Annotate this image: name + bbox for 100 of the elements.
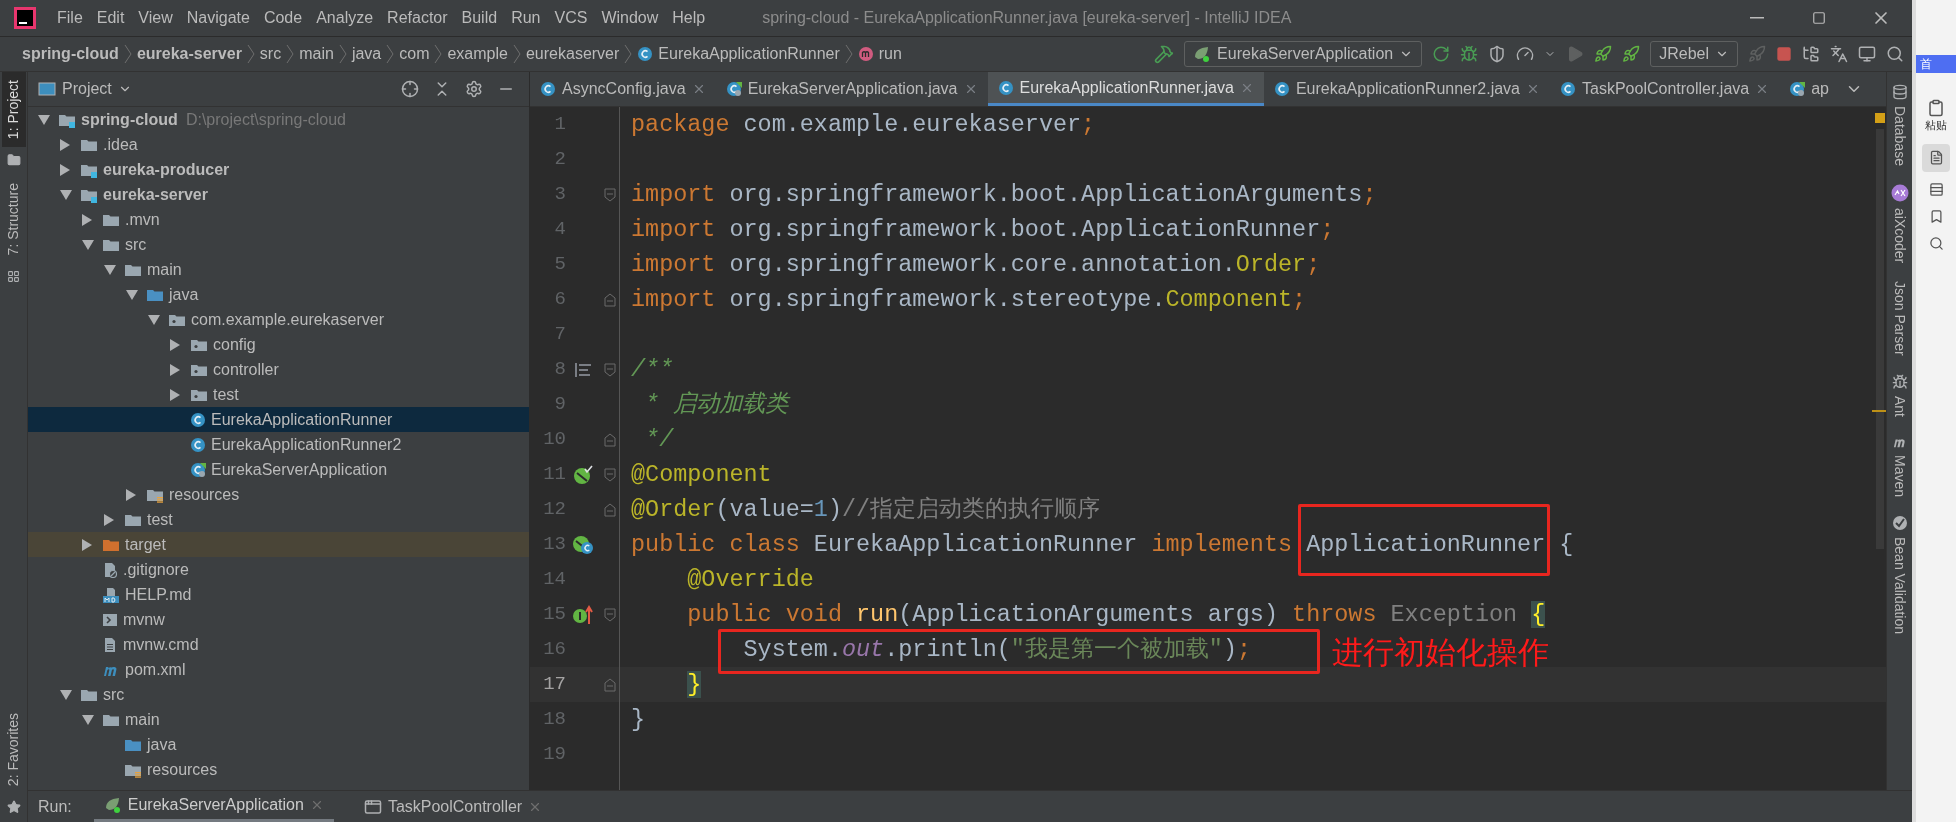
tree-item[interactable]: mvnw.cmd [28,632,529,657]
collapsed-arrow-icon[interactable] [82,213,92,226]
menu-item[interactable]: View [131,6,180,30]
settings-icon[interactable] [465,80,483,98]
editor-tab[interactable]: EurekaApplicationRunner.java [987,72,1264,106]
expanded-arrow-icon[interactable] [60,189,72,200]
tree-item[interactable]: HELP.md [28,582,529,607]
menu-item[interactable]: Build [454,6,505,30]
list-button[interactable] [1922,143,1950,172]
search-icon[interactable] [1928,235,1944,251]
rocket-debug-icon[interactable] [1622,45,1641,63]
menu-item[interactable]: Edit [89,6,132,30]
tool-window-tab[interactable]: Json Parser [1889,281,1910,356]
tool-window-tab[interactable]: 1: Project [1,72,26,148]
coverage-icon[interactable] [1488,45,1507,63]
scrollbar[interactable] [1876,129,1884,549]
editor-tab[interactable]: ap [1779,72,1839,106]
menu-item[interactable]: Code [256,6,310,30]
collapsed-arrow-icon[interactable] [170,338,180,351]
editor-tab[interactable]: TaskPoolController.java [1550,72,1780,106]
tree-item[interactable]: EurekaApplicationRunner2 [28,432,529,457]
expanded-arrow-icon[interactable] [82,714,94,725]
presentation-icon[interactable] [1858,45,1876,63]
tree-item[interactable]: EurekaApplicationRunner [28,407,529,432]
expanded-arrow-icon[interactable] [126,289,138,300]
tree-item[interactable]: test [28,507,529,532]
project-structure-icon[interactable] [1802,45,1820,63]
menu-item[interactable]: Window [594,6,666,30]
paste-icon[interactable] [1927,99,1945,117]
expanded-arrow-icon[interactable] [104,264,116,275]
editor-tab[interactable]: AsyncConfig.java [530,72,716,106]
tab-label[interactable]: 首 [1916,55,1956,73]
outline-icon[interactable] [1928,181,1944,197]
close-tab-icon[interactable] [1526,82,1540,96]
paste-label[interactable]: 粘贴 [1925,117,1947,134]
rendered-doc-icon[interactable] [574,361,592,378]
tree-item[interactable]: eureka-server [28,182,529,207]
menu-item[interactable]: VCS [547,6,595,30]
tree-item[interactable]: test [28,382,529,407]
tree-item[interactable]: main [28,257,529,282]
breadcrumb[interactable]: eureka-server [136,42,242,66]
collapsed-arrow-icon[interactable] [60,138,70,151]
tree-item[interactable]: resources [28,482,529,507]
breadcrumb[interactable]: spring-cloud [22,42,119,66]
debug-icon[interactable] [1460,45,1479,63]
tool-window-tab[interactable]: Maven [1889,454,1910,497]
expanded-arrow-icon[interactable] [82,239,94,250]
tool-window-tab[interactable]: Database [1889,106,1910,166]
collapsed-arrow-icon[interactable] [126,488,136,501]
bookmark-icon[interactable] [1928,208,1944,224]
jrebel-dropdown[interactable]: JRebel [1650,41,1738,67]
tree-item[interactable]: mvnw [28,607,529,632]
run-tab[interactable]: TaskPoolController [353,791,553,822]
locate-icon[interactable] [401,80,419,98]
tree-item[interactable]: config [28,332,529,357]
tree-item[interactable]: pom.xml [28,657,529,682]
implements-method-icon[interactable] [572,604,594,625]
expanded-arrow-icon[interactable] [60,689,72,700]
run-configuration-dropdown[interactable]: EurekaServerApplication [1184,41,1423,67]
tree-item[interactable]: spring-cloud D:\project\spring-cloud [28,107,529,132]
tree-item[interactable]: java [28,282,529,307]
menu-item[interactable]: Refactor [380,6,455,30]
rerun-icon[interactable] [1432,45,1451,63]
breadcrumb[interactable]: eurekaserver [525,42,620,66]
collapsed-arrow-icon[interactable] [104,513,114,526]
collapsed-arrow-icon[interactable] [170,363,180,376]
tree-item[interactable]: src [28,232,529,257]
breadcrumb[interactable]: com [399,42,430,66]
tree-item[interactable]: com.example.eurekaserver [28,307,529,332]
tree-item[interactable]: controller [28,357,529,382]
tool-window-tab[interactable]: Bean Validation [1889,536,1910,634]
breadcrumb[interactable]: run [857,42,902,66]
collapsed-arrow-icon[interactable] [60,163,70,176]
breadcrumb[interactable]: src [259,42,282,66]
tool-window-tab[interactable]: 7: Structure [1,175,26,264]
menu-item[interactable]: Analyze [309,6,381,30]
menu-item[interactable]: Navigate [179,6,257,30]
collapsed-arrow-icon[interactable] [82,538,92,551]
tree-item[interactable]: src [28,682,529,707]
project-view-dropdown[interactable]: Project [62,77,132,101]
rocket-run-icon[interactable] [1594,45,1613,63]
menu-item[interactable]: File [50,6,90,30]
tree-item[interactable]: resources [28,757,529,782]
stop-icon[interactable] [1776,46,1792,62]
tree-item[interactable]: target [28,532,529,557]
collapsed-arrow-icon[interactable] [170,388,180,401]
editor-tab[interactable]: EurekaApplicationRunner2.java [1263,72,1550,106]
menu-item[interactable]: Run [504,6,548,30]
tree-item[interactable]: .idea [28,132,529,157]
expanded-arrow-icon[interactable] [38,114,50,125]
tree-item[interactable]: EurekaServerApplication [28,457,529,482]
spring-bean-icon[interactable] [573,464,593,485]
run-tab[interactable]: EurekaServerApplication [93,791,334,822]
tool-window-tab[interactable]: 2: Favorites [1,704,26,794]
breadcrumb[interactable]: main [299,42,334,66]
breadcrumb[interactable]: example [447,42,508,66]
breadcrumb[interactable]: EurekaApplicationRunner [637,42,840,66]
tree-item[interactable]: java [28,732,529,757]
tree-item[interactable]: .gitignore [28,557,529,582]
translate-icon[interactable] [1830,45,1848,63]
